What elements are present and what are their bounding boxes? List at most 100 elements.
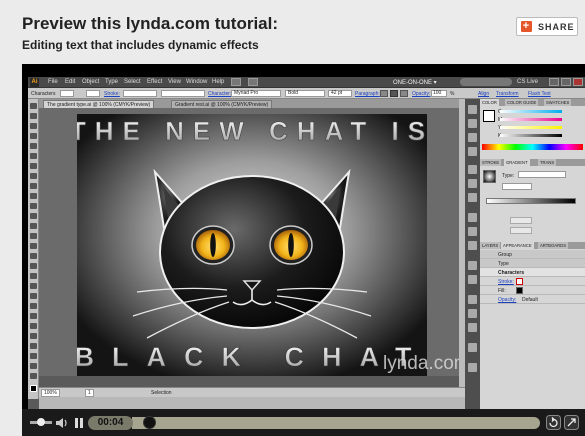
menu-edit[interactable]: Edit [65, 79, 75, 85]
progress-track[interactable] [132, 417, 540, 429]
stroke-none-swatch[interactable] [516, 278, 523, 285]
opacity-field[interactable]: 100 [431, 90, 447, 97]
artboard[interactable]: THE NEW CHAT IS BLACK CHAT [77, 114, 427, 376]
color-spectrum[interactable] [482, 144, 583, 150]
fullscreen-icon[interactable] [564, 415, 579, 430]
volume-knob[interactable] [37, 418, 45, 426]
arrange-icon[interactable] [248, 78, 258, 86]
pencil-tool-icon[interactable] [30, 193, 37, 199]
gradient-type-select[interactable] [518, 171, 566, 178]
cs-live-label[interactable]: CS Live [517, 79, 538, 85]
warp-tool-icon[interactable] [30, 243, 37, 249]
shape-builder-tool-icon[interactable] [30, 263, 37, 269]
align-center-icon[interactable] [390, 90, 398, 97]
progress-knob[interactable] [142, 416, 156, 429]
page-field[interactable]: 1 [85, 389, 94, 397]
opentype-panel-icon[interactable] [468, 241, 477, 250]
gradient-slider[interactable] [486, 198, 576, 204]
mesh-tool-icon[interactable] [30, 283, 37, 289]
symbol-sprayer-tool-icon[interactable] [30, 323, 37, 329]
doc-tab-active[interactable]: The gradient type.ai @ 100% (CMYK/Previe… [43, 100, 155, 108]
fill-color-icon[interactable] [30, 385, 37, 392]
zoom-tool-icon[interactable] [30, 373, 37, 379]
free-transform-tool-icon[interactable] [30, 253, 37, 259]
magenta-slider[interactable] [500, 118, 562, 121]
selection-tool-icon[interactable] [30, 103, 37, 109]
zoom-field[interactable]: 100% [41, 389, 60, 397]
tab-color[interactable]: COLOR [480, 99, 499, 106]
transform-link[interactable]: Transform [496, 91, 519, 97]
blend-tool-icon[interactable] [30, 313, 37, 319]
opacity-link[interactable]: Opacity: [412, 91, 430, 97]
speaker-icon[interactable] [55, 416, 69, 430]
layers-panel-icon[interactable] [468, 261, 477, 270]
align-right-icon[interactable] [400, 90, 408, 97]
gradient-location-field[interactable] [510, 227, 532, 234]
fill-swatch[interactable] [60, 90, 74, 97]
black-slider[interactable] [500, 134, 562, 137]
cyan-slider[interactable] [500, 110, 562, 113]
share-button[interactable]: + SHARE [516, 17, 578, 36]
tab-color-guide[interactable]: COLOR GUIDE [505, 99, 539, 106]
tab-artboards[interactable]: ARTBOARDS [538, 242, 568, 249]
gradient-opacity-field[interactable] [510, 217, 532, 224]
transparency-panel-icon[interactable] [468, 193, 477, 202]
swatches-panel-icon[interactable] [468, 119, 477, 128]
font-style-field[interactable]: Bold [285, 90, 325, 97]
symbols-panel-icon[interactable] [468, 147, 477, 156]
stroke-panel-icon[interactable] [468, 165, 477, 174]
replay-icon[interactable] [546, 415, 561, 430]
close-icon[interactable] [573, 78, 583, 86]
appearance-row-type[interactable]: Type [480, 259, 585, 268]
appearance-row-characters[interactable]: Characters [480, 268, 585, 277]
yellow-slider[interactable] [500, 126, 562, 129]
lasso-tool-icon[interactable] [30, 133, 37, 139]
gradient-thumbnail[interactable] [483, 170, 496, 183]
rotate-tool-icon[interactable] [30, 223, 37, 229]
slice-tool-icon[interactable] [30, 353, 37, 359]
menu-help[interactable]: Help [212, 79, 224, 85]
canvas-area[interactable]: THE NEW CHAT IS BLACK CHAT lynda.com [39, 108, 470, 376]
brushes-panel-icon[interactable] [468, 133, 477, 142]
doc-tab-gradient[interactable]: Gradient rest.ai @ 100% (CMYK/Preview) [171, 100, 273, 108]
tab-swatches[interactable]: SWATCHES [544, 99, 572, 106]
tab-gradient[interactable]: GRADIENT [504, 159, 530, 166]
menu-select[interactable]: Select [124, 79, 141, 85]
gradient-panel-icon[interactable] [468, 179, 477, 188]
align-panel-icon[interactable] [468, 295, 477, 304]
paragraph-link[interactable]: Paragraph: [355, 91, 380, 97]
pen-tool-icon[interactable] [30, 143, 37, 149]
line-tool-icon[interactable] [30, 163, 37, 169]
tab-stroke[interactable]: STROKE [480, 159, 502, 166]
character-link[interactable]: Character: [208, 91, 231, 97]
stroke-link[interactable]: Stroke: [104, 91, 120, 97]
align-left-icon[interactable] [380, 90, 388, 97]
cs-live-search[interactable] [460, 78, 512, 86]
perspective-tool-icon[interactable] [30, 273, 37, 279]
font-field[interactable]: Myriad Pro [231, 90, 281, 97]
gradient-angle-field[interactable] [502, 183, 532, 190]
tab-layers[interactable]: LAYERS [480, 242, 501, 249]
stroke-weight-field[interactable] [123, 90, 157, 97]
video-player[interactable]: Ai File Edit Object Type Select Effect V… [22, 64, 585, 436]
menu-object[interactable]: Object [82, 79, 99, 85]
pathfinder-panel-icon[interactable] [468, 309, 477, 318]
artboards-panel-icon[interactable] [468, 275, 477, 284]
align-link[interactable]: Align [478, 91, 489, 97]
eraser-tool-icon[interactable] [30, 213, 37, 219]
menu-file[interactable]: File [48, 79, 58, 85]
type-tool-icon[interactable] [30, 153, 37, 159]
fill-stroke-proxy[interactable] [483, 110, 495, 122]
magic-wand-tool-icon[interactable] [30, 123, 37, 129]
appearance-row-opacity[interactable]: Opacity: Default [480, 295, 585, 304]
paragraph-panel-icon[interactable] [468, 227, 477, 236]
gradient-tool-icon[interactable] [30, 293, 37, 299]
menu-type[interactable]: Type [105, 79, 118, 85]
hand-tool-icon[interactable] [30, 363, 37, 369]
transform-panel-icon[interactable] [468, 323, 477, 332]
bridge-icon[interactable] [231, 78, 241, 86]
maximize-icon[interactable] [561, 78, 571, 86]
workspace-switcher[interactable]: ONE-ON-ONE ▾ [393, 79, 437, 86]
artboard-tool-icon[interactable] [30, 343, 37, 349]
horizontal-scrollbar[interactable] [39, 397, 465, 409]
